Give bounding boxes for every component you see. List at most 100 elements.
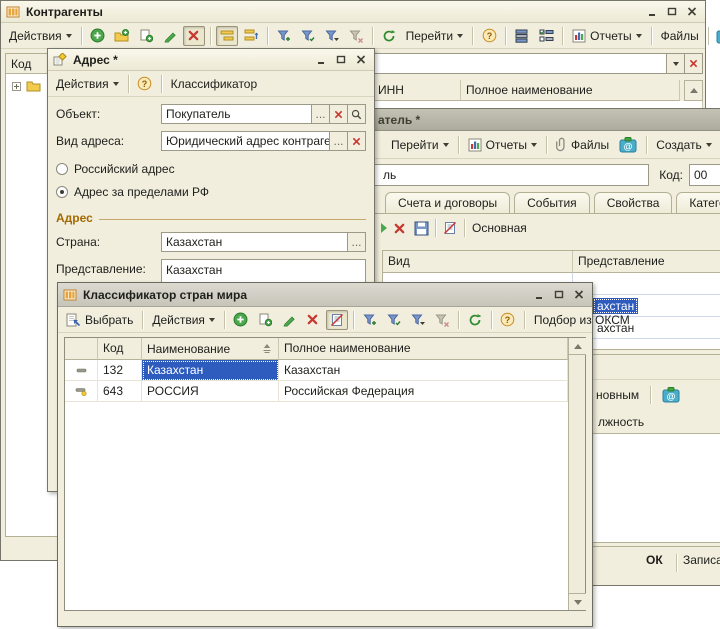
hierarchy-view-button[interactable] (216, 26, 238, 46)
mail-button[interactable]: @ (658, 385, 684, 405)
add-button[interactable] (87, 26, 109, 46)
write-button[interactable]: Записа (679, 551, 720, 569)
set-main-button[interactable]: новным (592, 386, 643, 404)
minimize-icon[interactable] (312, 52, 329, 67)
col-header-name[interactable]: Наименование (142, 338, 279, 360)
contact-persons-body[interactable] (592, 434, 720, 542)
maximize-icon[interactable] (332, 52, 349, 67)
add-group-button[interactable] (111, 26, 133, 46)
combo-clear-button[interactable] (685, 53, 703, 74)
country-input[interactable]: Казахстан (161, 232, 348, 252)
show-deleted-button[interactable] (326, 310, 348, 330)
filter-by-value-button[interactable] (297, 26, 319, 46)
tab-properties[interactable]: Свойства (594, 192, 673, 214)
col-header-fullname[interactable]: Полное наименование (279, 338, 568, 360)
ok-button[interactable]: ОК (642, 551, 667, 569)
table-empty-area[interactable] (65, 402, 568, 610)
close-icon[interactable] (352, 52, 369, 67)
scroll-up-button[interactable] (684, 80, 703, 101)
show-deleted-button[interactable] (439, 218, 461, 238)
list-filter-settings-button[interactable] (535, 26, 557, 46)
filter-history-button[interactable] (321, 26, 343, 46)
edit-button[interactable] (278, 310, 300, 330)
close-icon[interactable] (683, 4, 700, 19)
edit-button[interactable] (159, 26, 181, 46)
filter-clear-button[interactable] (345, 26, 367, 46)
address-kind-clear-button[interactable] (348, 131, 366, 151)
reports-menu-button[interactable]: Отчеты (464, 136, 541, 154)
maximize-icon[interactable] (663, 4, 680, 19)
table-row[interactable]: 643 РОССИЯ Российская Федерация (65, 381, 568, 402)
position-col-header[interactable]: лжность (592, 412, 720, 434)
maximize-icon[interactable] (550, 287, 567, 302)
actions-menu-button[interactable]: Действия (5, 27, 76, 45)
actions-menu-button[interactable]: Действия (52, 75, 123, 93)
list-settings-button[interactable] (511, 26, 533, 46)
object-choose-button[interactable]: ... (312, 104, 330, 124)
address-kind-input[interactable]: Юридический адрес контрагента (161, 131, 330, 151)
pick-from-oksm-button[interactable]: Подбор из ОКСМ (530, 311, 634, 329)
actions-menu-button[interactable]: Действия (148, 311, 219, 329)
files-button[interactable]: Файлы (657, 27, 703, 45)
go-menu-button[interactable]: Перейти (402, 27, 468, 45)
radio-foreign-address[interactable]: Адрес за пределами РФ (56, 185, 366, 199)
buyer-code-input[interactable]: 00 (689, 164, 720, 186)
mail-button[interactable]: @ (714, 26, 720, 46)
filter-by-value-button[interactable] (383, 310, 405, 330)
cell-name-selected[interactable]: Казахстан (142, 360, 279, 381)
tab-events[interactable]: События (514, 192, 590, 214)
copy-button[interactable] (135, 26, 157, 46)
filter-set-button[interactable] (359, 310, 381, 330)
delete-button[interactable] (302, 310, 324, 330)
view-main-button[interactable]: Основная (468, 219, 531, 237)
scroll-up-button[interactable] (569, 338, 586, 355)
list-col-inn[interactable]: ИНН (373, 80, 461, 101)
classifier-titlebar[interactable]: Классификатор стран мира (58, 283, 592, 307)
object-open-button[interactable] (348, 104, 366, 124)
select-button[interactable]: Выбрать (62, 311, 137, 329)
help-button[interactable]: ? (478, 26, 500, 46)
col-header-code[interactable]: Код (98, 338, 142, 360)
scroll-down-button[interactable] (569, 593, 586, 610)
classifier-button[interactable]: Классификатор (167, 75, 262, 93)
vertical-scrollbar[interactable] (568, 338, 585, 610)
delete-row-button[interactable] (388, 218, 410, 238)
address-kind-choose-button[interactable]: ... (330, 131, 348, 151)
search-combo-input[interactable] (373, 53, 667, 74)
kontragenty-titlebar[interactable]: Контрагенты (1, 1, 705, 23)
go-menu-button[interactable]: Перейти (387, 136, 453, 154)
cell-code[interactable]: 643 (98, 381, 142, 402)
filter-clear-button[interactable] (431, 310, 453, 330)
files-button[interactable]: Файлы (552, 135, 613, 154)
country-choose-button[interactable]: ... (348, 232, 366, 252)
cell-fullname[interactable]: Российская Федерация (279, 381, 568, 402)
create-menu-button[interactable]: Создать (652, 136, 716, 154)
object-input[interactable]: Покупатель (161, 104, 312, 124)
tab-categories[interactable]: Категории (676, 192, 720, 214)
minimize-icon[interactable] (643, 4, 660, 19)
radio-russian-address[interactable]: Российский адрес (56, 162, 366, 176)
refresh-button[interactable] (378, 26, 400, 46)
save-ok-button[interactable] (410, 218, 432, 238)
filter-set-button[interactable] (273, 26, 295, 46)
cell-fullname[interactable]: Казахстан (279, 360, 568, 381)
help-button[interactable]: ? (134, 74, 156, 94)
contact-col-kind[interactable]: Вид (383, 251, 573, 273)
help-button[interactable]: ? (497, 310, 519, 330)
minimize-icon[interactable] (530, 287, 547, 302)
filter-history-button[interactable] (407, 310, 429, 330)
table-row[interactable]: 132 Казахстан Казахстан (65, 360, 568, 381)
reports-menu-button[interactable]: Отчеты (568, 27, 645, 45)
cell-name[interactable]: РОССИЯ (142, 381, 279, 402)
contact-col-presentation[interactable]: Представление (573, 251, 720, 273)
combo-dropdown-button[interactable] (667, 53, 685, 74)
list-col-fullname[interactable]: Полное наименование (461, 80, 680, 101)
hierarchy-order-button[interactable] (240, 26, 262, 46)
close-icon[interactable] (570, 287, 587, 302)
add-button[interactable] (230, 310, 252, 330)
cell-code[interactable]: 132 (98, 360, 142, 381)
tab-accounts-contracts[interactable]: Счета и договоры (385, 192, 510, 214)
copy-button[interactable] (254, 310, 276, 330)
address-titlebar[interactable]: Адрес * (48, 49, 374, 71)
tree-expand-icon[interactable] (12, 82, 21, 91)
